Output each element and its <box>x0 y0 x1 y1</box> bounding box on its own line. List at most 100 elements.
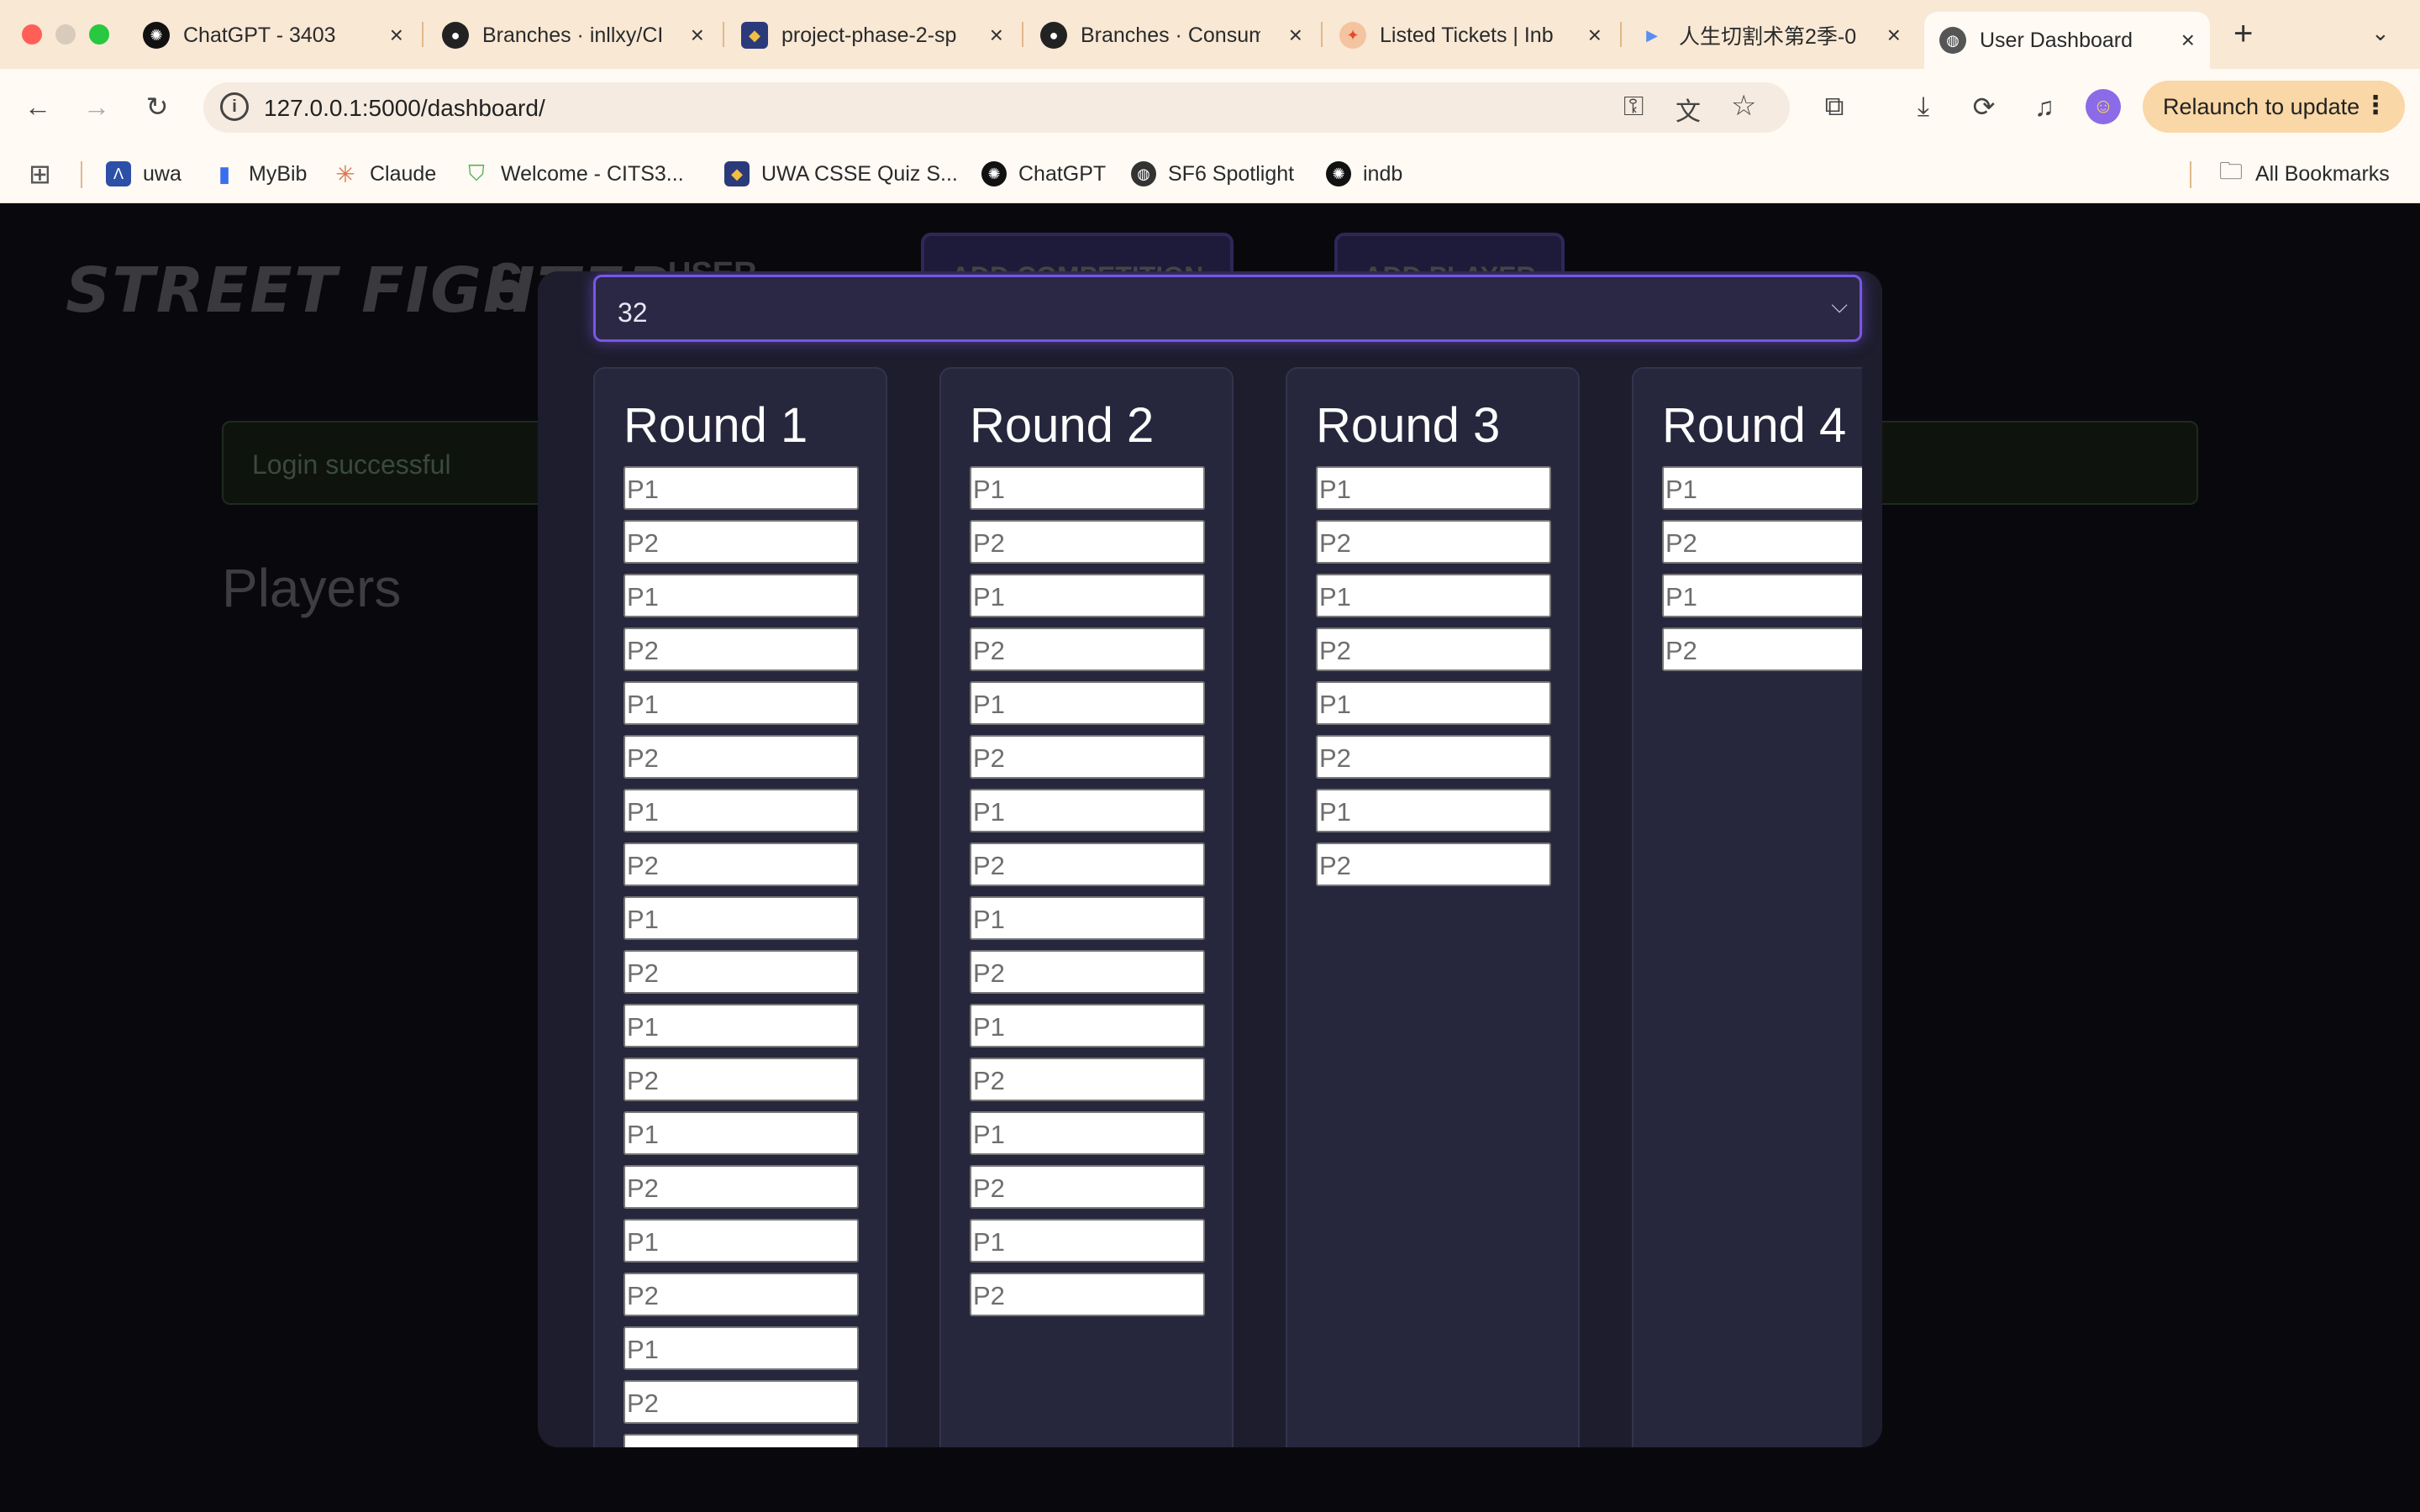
player-slot-input[interactable]: P1 <box>1662 466 1862 510</box>
password-key-icon[interactable]: ⚿ <box>1623 91 1644 123</box>
extensions-icon[interactable]: ⧉ <box>1815 87 1854 126</box>
site-info-icon[interactable]: i <box>220 92 249 121</box>
player-slot-input[interactable]: P2 <box>970 1273 1205 1316</box>
tab-user-dashboard[interactable]: ◍ User Dashboard × <box>1924 12 2210 69</box>
tab-separator <box>1620 22 1622 47</box>
bookmark-mybib[interactable]: ▮ MyBib <box>212 160 308 188</box>
bookmark-indb[interactable]: ✺ indb <box>1326 160 1402 188</box>
ticket-icon: ✦ <box>1339 22 1366 49</box>
player-slot-input[interactable]: P2 <box>970 520 1205 564</box>
media-controls-icon[interactable]: ♫ <box>2025 87 2064 126</box>
player-slot-input[interactable]: P2 <box>1316 520 1551 564</box>
apps-grid-icon[interactable]: ⊞ <box>29 159 51 189</box>
player-slot-input[interactable]: P1 <box>623 789 859 832</box>
player-slot-input[interactable]: P2 <box>623 1165 859 1209</box>
player-slot-input[interactable]: P2 <box>970 627 1205 671</box>
bracket-size-select[interactable]: 32 ⌵ <box>593 275 1862 342</box>
player-slot-input[interactable]: P1 <box>1662 574 1862 617</box>
player-slot-input[interactable]: P1 <box>970 466 1205 510</box>
player-slot-input[interactable]: P2 <box>623 735 859 779</box>
player-slot-input[interactable]: P2 <box>1316 735 1551 779</box>
minimize-window-button[interactable] <box>55 24 76 45</box>
player-slot-input[interactable]: P2 <box>623 1058 859 1101</box>
player-slot-input[interactable]: P2 <box>1316 843 1551 886</box>
round-title: Round 2 <box>970 398 1155 453</box>
player-slot-input[interactable]: P1 <box>1316 466 1551 510</box>
player-slot-input[interactable]: P2 <box>623 520 859 564</box>
player-slot-input[interactable]: P1 <box>623 1004 859 1047</box>
tab-github-consumer[interactable]: ● Branches · Consum × <box>1040 12 1302 59</box>
player-slot-input[interactable]: P2 <box>623 627 859 671</box>
close-icon[interactable]: × <box>1289 22 1302 49</box>
bookmark-chatgpt[interactable]: ✺ ChatGPT <box>981 160 1106 188</box>
new-tab-button[interactable]: + <box>2233 15 2253 53</box>
close-icon[interactable]: × <box>1887 22 1901 49</box>
bookmark-star-icon[interactable]: ☆ <box>1731 89 1756 123</box>
player-slot-input[interactable]: P1 <box>1316 574 1551 617</box>
downloads-icon[interactable]: ⤓ <box>1904 87 1943 126</box>
bookmark-claude[interactable]: ✳ Claude <box>333 160 436 188</box>
player-slot-input[interactable]: P2 <box>970 1058 1205 1101</box>
performance-icon[interactable]: ⟳ <box>1965 87 2003 126</box>
player-slot-input[interactable]: P2 <box>1662 520 1862 564</box>
url-text[interactable]: 127.0.0.1:5000/dashboard/ <box>264 95 545 122</box>
close-icon[interactable]: × <box>2181 27 2195 54</box>
player-slot-input[interactable]: P2 <box>970 735 1205 779</box>
player-slot-input[interactable]: P1 <box>623 681 859 725</box>
bookmark-label: uwa <box>143 161 182 186</box>
back-icon[interactable]: ← <box>18 87 57 126</box>
player-slot-input[interactable]: P1 <box>970 1111 1205 1155</box>
forward-icon[interactable]: → <box>77 87 116 126</box>
tab-search-chevron-icon[interactable]: ⌄ <box>2371 20 2390 46</box>
close-icon[interactable]: × <box>390 22 403 49</box>
player-slot-input[interactable]: P1 <box>970 681 1205 725</box>
tab-video[interactable]: ▶ 人生切割术第2季-0 × <box>1639 12 1901 59</box>
player-slot-input[interactable]: P2 <box>1316 627 1551 671</box>
player-slot-input[interactable]: P1 <box>623 896 859 940</box>
player-slot-input[interactable]: P1 <box>1316 681 1551 725</box>
player-slot-input[interactable]: P1 <box>1316 789 1551 832</box>
reload-icon[interactable]: ↻ <box>138 87 176 126</box>
relaunch-to-update-button[interactable]: Relaunch to update ⋮ <box>2143 81 2405 133</box>
maximize-window-button[interactable] <box>89 24 109 45</box>
player-slot-input[interactable]: P1 <box>970 1004 1205 1047</box>
more-menu-icon[interactable]: ⋮ <box>2363 91 2388 120</box>
player-slot-input[interactable]: P2 <box>623 950 859 994</box>
tab-chatgpt[interactable]: ✺ ChatGPT - 3403 × <box>143 12 403 59</box>
player-slot-input[interactable]: P2 <box>623 1380 859 1424</box>
player-slot-input[interactable]: P1 <box>970 1219 1205 1263</box>
player-slot-input[interactable]: P1 <box>623 1111 859 1155</box>
player-slot-input[interactable]: P1 <box>623 466 859 510</box>
address-bar[interactable]: i 127.0.0.1:5000/dashboard/ ⚿ 文 ☆ <box>203 82 1790 133</box>
close-icon[interactable]: × <box>691 22 704 49</box>
player-slot-input[interactable]: P2 <box>970 1165 1205 1209</box>
bookmark-sf6[interactable]: ◍ SF6 Spotlight <box>1131 160 1294 188</box>
close-icon[interactable]: × <box>990 22 1003 49</box>
player-slot-input[interactable]: P1 <box>970 789 1205 832</box>
tab-listed-tickets[interactable]: ✦ Listed Tickets | Inb × <box>1339 12 1602 59</box>
bookmark-label: indb <box>1363 161 1403 186</box>
player-slot-input[interactable]: P2 <box>970 950 1205 994</box>
player-slot-input[interactable]: P2 <box>623 1273 859 1316</box>
player-slot-input[interactable]: P1 <box>623 1219 859 1263</box>
bookmark-uwa[interactable]: Λ uwa <box>106 160 182 188</box>
player-slot-input[interactable]: P1 <box>970 896 1205 940</box>
player-slot-input[interactable]: P1 <box>623 574 859 617</box>
bookmark-cits[interactable]: ⛉ Welcome - CITS3... <box>464 160 683 188</box>
tab-project-phase[interactable]: ◆ project-phase-2-sp × <box>741 12 1003 59</box>
player-slot-input[interactable]: P2 <box>623 843 859 886</box>
all-bookmarks-folder[interactable]: 🗀 All Bookmarks <box>2218 158 2390 188</box>
player-slot-input[interactable]: P1 <box>970 574 1205 617</box>
round-column: Round 2 P1 P2 P1 P2 P1 P2 P1 P2 P1 P2 P1 P2 P1 P2 P1 P2 <box>939 367 1234 1447</box>
player-slot-input[interactable]: P1 <box>623 1434 859 1447</box>
profile-avatar[interactable]: ☺ <box>2086 89 2121 124</box>
close-icon[interactable]: × <box>1588 22 1602 49</box>
rounds-container[interactable]: Round 1 P1 P2 P1 P2 P1 P2 P1 P2 P1 P2 P1 P2 P1 P2 P1 P2 P… <box>593 367 1862 1447</box>
translate-icon[interactable]: 文 <box>1676 91 1701 128</box>
bookmark-csse-quiz[interactable]: ◆ UWA CSSE Quiz S... <box>724 160 958 188</box>
player-slot-input[interactable]: P1 <box>623 1326 859 1370</box>
player-slot-input[interactable]: P2 <box>1662 627 1862 671</box>
tab-github-branches[interactable]: ● Branches · inllxy/CI × <box>442 12 704 59</box>
close-window-button[interactable] <box>22 24 42 45</box>
player-slot-input[interactable]: P2 <box>970 843 1205 886</box>
